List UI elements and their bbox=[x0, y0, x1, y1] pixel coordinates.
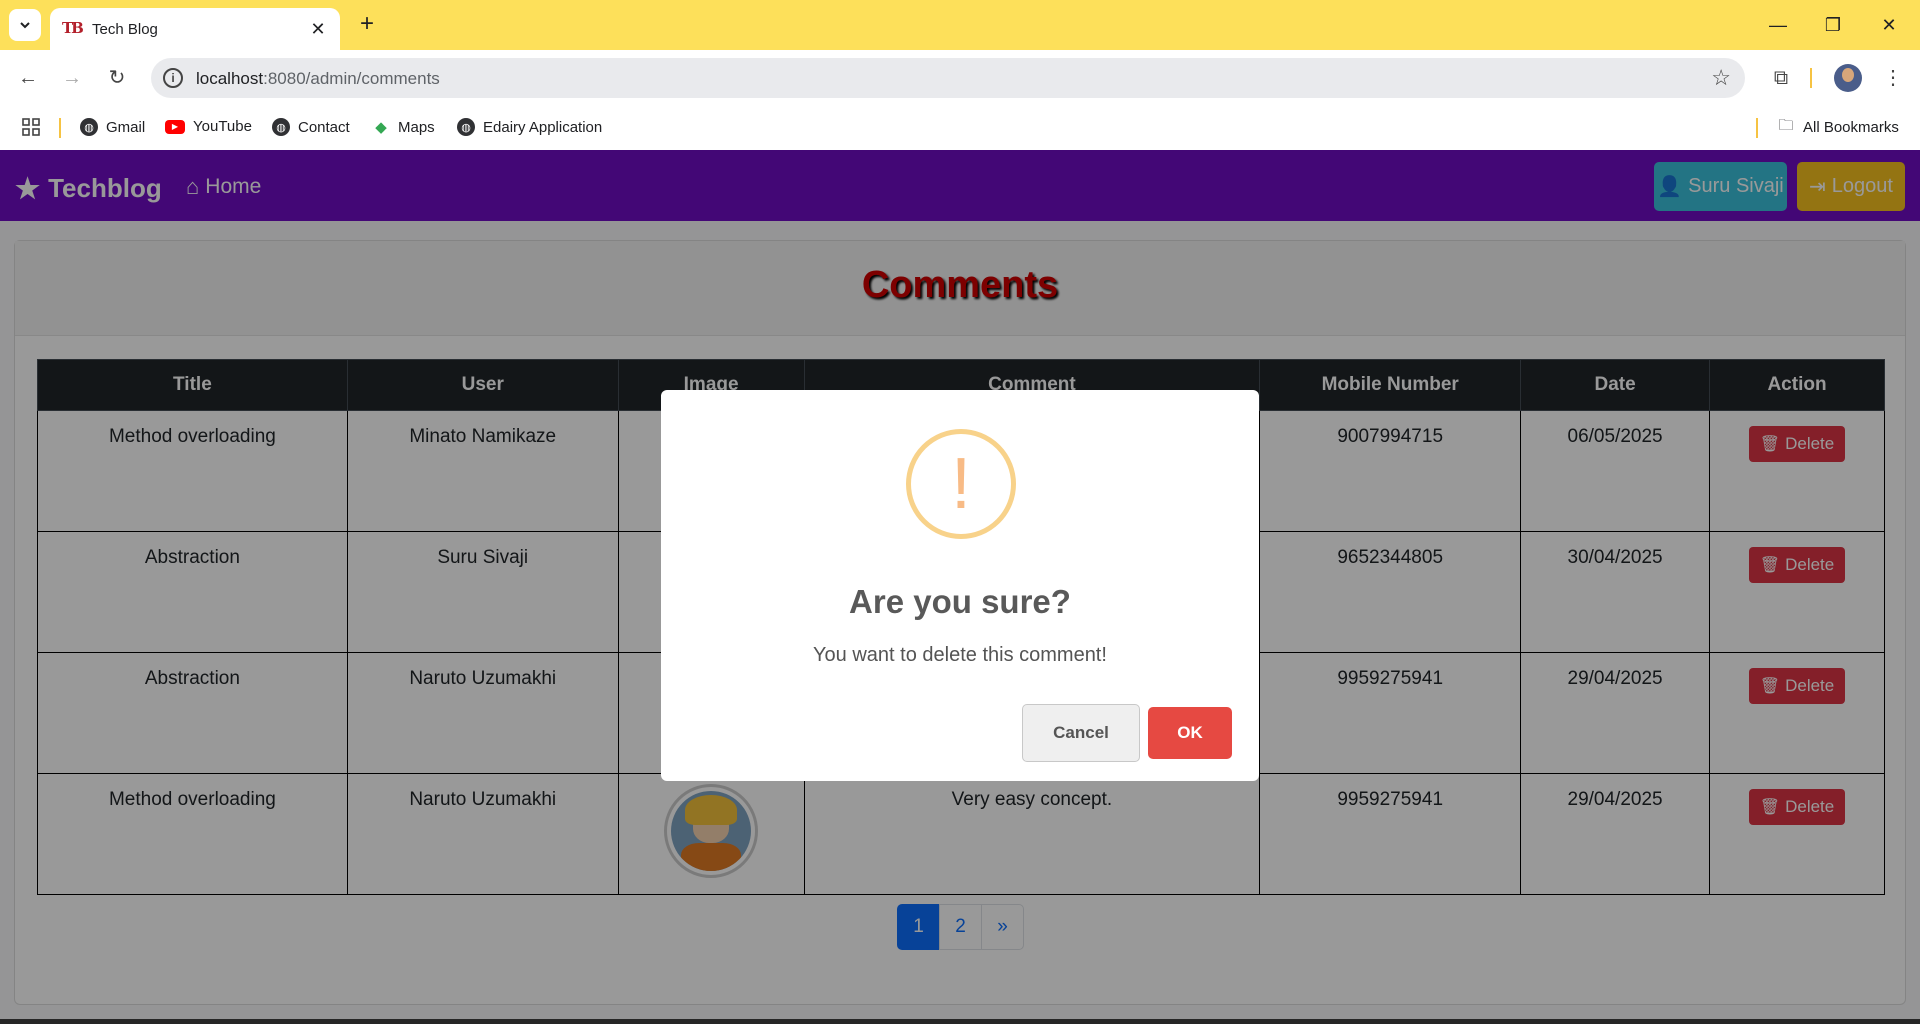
bookmark-label: Edairy Application bbox=[483, 118, 603, 136]
bookmark-label: Maps bbox=[398, 118, 435, 136]
taskbar-edge bbox=[0, 1019, 1920, 1024]
globe-icon: ◍ bbox=[80, 118, 98, 136]
cancel-button[interactable]: Cancel bbox=[1022, 704, 1140, 762]
restore-icon[interactable]: ❐ bbox=[1818, 10, 1848, 40]
forward-arrow-icon[interactable]: → bbox=[56, 62, 88, 94]
window-close-icon[interactable]: ✕ bbox=[1874, 10, 1904, 40]
back-arrow-icon[interactable]: ← bbox=[12, 62, 44, 94]
address-bar[interactable]: i localhost:8080/admin/comments ☆ bbox=[151, 58, 1745, 98]
dialog-message: You want to delete this comment! bbox=[813, 644, 1107, 666]
ok-button[interactable]: OK bbox=[1148, 707, 1232, 759]
url-path: :8080/admin/comments bbox=[263, 69, 440, 88]
browser-tab[interactable]: TB Tech Blog ✕ bbox=[50, 8, 340, 50]
tab-search-button[interactable] bbox=[9, 9, 41, 41]
minimize-icon[interactable]: — bbox=[1763, 10, 1793, 40]
dialog-title: Are you sure? bbox=[849, 583, 1071, 620]
all-bookmarks-label: All Bookmarks bbox=[1803, 118, 1899, 136]
bookmarks-bar: ◍ Gmail ▶ YouTube ◍ Contact ◆ Maps ◍ Eda… bbox=[0, 106, 1920, 150]
apps-icon bbox=[22, 118, 40, 136]
bookmark-contact[interactable]: ◍ Contact bbox=[272, 118, 350, 136]
bookmark-star-icon[interactable]: ☆ bbox=[1711, 65, 1731, 91]
bookmark-maps[interactable]: ◆ Maps bbox=[372, 118, 435, 137]
bookmarks-divider bbox=[1756, 118, 1758, 138]
all-bookmarks[interactable]: 🗀 All Bookmarks bbox=[1777, 116, 1899, 136]
url-text[interactable]: localhost:8080/admin/comments bbox=[196, 69, 440, 89]
toolbar-divider bbox=[1810, 68, 1812, 88]
profile-avatar[interactable] bbox=[1834, 64, 1862, 92]
bookmark-youtube[interactable]: ▶ YouTube bbox=[165, 118, 252, 135]
tab-title: Tech Blog bbox=[92, 20, 158, 38]
reload-icon[interactable]: ↻ bbox=[101, 62, 133, 94]
url-host: localhost bbox=[196, 69, 264, 88]
extensions-icon[interactable]: ⧉ bbox=[1767, 64, 1795, 92]
favicon-icon: TB bbox=[62, 19, 84, 37]
bookmark-label: YouTube bbox=[193, 118, 252, 135]
warning-icon: ! bbox=[906, 429, 1016, 539]
globe-icon: ◍ bbox=[272, 118, 290, 136]
chevron-down-icon bbox=[20, 22, 30, 29]
confirm-dialog: ! Are you sure? You want to delete this … bbox=[661, 390, 1259, 781]
browser-toolbar: ← → ↻ i localhost:8080/admin/comments ☆ … bbox=[0, 50, 1920, 106]
maps-icon: ◆ bbox=[375, 119, 387, 136]
apps-grid-icon[interactable] bbox=[22, 118, 40, 136]
bookmarks-divider bbox=[59, 118, 61, 138]
site-info-icon[interactable]: i bbox=[163, 68, 183, 88]
more-menu-icon[interactable]: ⋮ bbox=[1879, 64, 1907, 92]
youtube-icon: ▶ bbox=[165, 119, 185, 134]
bookmark-label: Gmail bbox=[106, 118, 146, 136]
bookmark-label: Contact bbox=[298, 118, 350, 136]
new-tab-button[interactable]: + bbox=[353, 11, 381, 39]
globe-icon: ◍ bbox=[457, 118, 475, 136]
bookmark-edairy[interactable]: ◍ Edairy Application bbox=[457, 118, 602, 136]
bookmark-gmail[interactable]: ◍ Gmail bbox=[80, 118, 145, 136]
close-icon[interactable]: ✕ bbox=[308, 19, 328, 40]
folder-icon: 🗀 bbox=[1778, 116, 1794, 134]
browser-tab-bar: TB Tech Blog ✕ + — ❐ ✕ bbox=[0, 0, 1920, 50]
